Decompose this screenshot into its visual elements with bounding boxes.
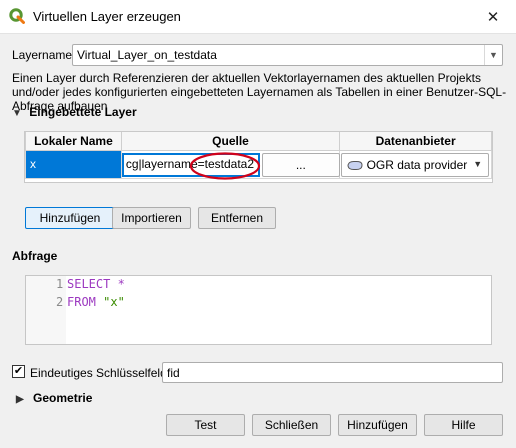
sql-string: "x" <box>103 295 125 309</box>
col-header-source[interactable]: Quelle <box>120 132 341 151</box>
checkmark-icon: ✔ <box>13 365 24 377</box>
window-title: Virtuellen Layer erzeugen <box>33 9 181 24</box>
unique-key-checkbox[interactable]: ✔ <box>12 365 25 378</box>
embedded-layers-table: Lokaler Name Quelle Datenanbieter x cg|l… <box>25 132 492 180</box>
code-text: SELECT * <box>67 277 125 291</box>
layername-value: Virtual_Layer_on_testdata <box>77 48 217 62</box>
line-number: 1 <box>56 277 64 291</box>
browse-button[interactable]: ... <box>261 152 340 177</box>
layername-label: Layername <box>12 48 73 62</box>
test-button[interactable]: Test <box>166 414 245 436</box>
sql-code[interactable]: 1 SELECT * 2 FROM "x" <box>26 277 466 313</box>
polygon-layer-icon <box>347 160 363 170</box>
sql-keyword: SELECT <box>67 277 111 291</box>
code-line-2: 2 FROM "x" <box>26 295 466 313</box>
query-section-title: Abfrage <box>12 249 58 263</box>
embedded-layers-title: Eingebettete Layer <box>29 105 137 119</box>
unique-key-value: fid <box>167 366 180 380</box>
chevron-down-icon[interactable]: ▼ <box>473 159 482 169</box>
local-name-cell[interactable]: x <box>25 149 122 179</box>
triangle-right-icon: ▶ <box>16 394 24 405</box>
unique-key-field-input[interactable]: fid <box>162 362 503 383</box>
table-row[interactable]: x cg|layername=testdata2 ... OGR data pr… <box>25 149 492 180</box>
provider-combobox[interactable]: OGR data provider ▼ <box>341 152 490 177</box>
geometry-title: Geometrie <box>33 391 93 405</box>
col-header-local-name[interactable]: Lokaler Name <box>25 132 122 151</box>
sql-keyword: FROM <box>67 295 96 309</box>
provider-value: OGR data provider <box>366 157 468 172</box>
unique-key-label: Eindeutiges Schlüsselfeld <box>30 366 167 380</box>
code-line-1: 1 SELECT * <box>26 277 466 295</box>
close-button[interactable]: Schließen <box>252 414 331 436</box>
qgis-logo-icon <box>9 8 25 24</box>
help-button[interactable]: Hilfe <box>424 414 503 436</box>
add-layer-button[interactable]: Hinzufügen <box>25 207 115 229</box>
line-number: 2 <box>56 295 64 309</box>
geometry-header[interactable]: ▶ Geometrie <box>16 391 92 405</box>
close-window-button[interactable]: ✕ <box>470 0 516 33</box>
red-annotation-ellipse <box>189 151 260 180</box>
layername-combobox[interactable]: Virtual_Layer_on_testdata ▼ <box>72 44 503 66</box>
triangle-down-icon: ▼ <box>12 108 22 119</box>
embedded-layers-header[interactable]: ▼ Eingebettete Layer <box>12 105 137 119</box>
add-button[interactable]: Hinzufügen <box>338 414 417 436</box>
chevron-down-icon[interactable]: ▼ <box>484 45 502 65</box>
remove-button[interactable]: Entfernen <box>198 207 276 229</box>
provider-cell[interactable]: OGR data provider ▼ <box>339 149 492 179</box>
sql-text: * <box>110 277 125 291</box>
col-header-provider[interactable]: Datenanbieter <box>339 132 492 151</box>
code-text: FROM "x" <box>67 295 125 309</box>
source-cell[interactable]: cg|layername=testdata2 ... <box>120 149 341 180</box>
import-button[interactable]: Importieren <box>112 207 191 229</box>
